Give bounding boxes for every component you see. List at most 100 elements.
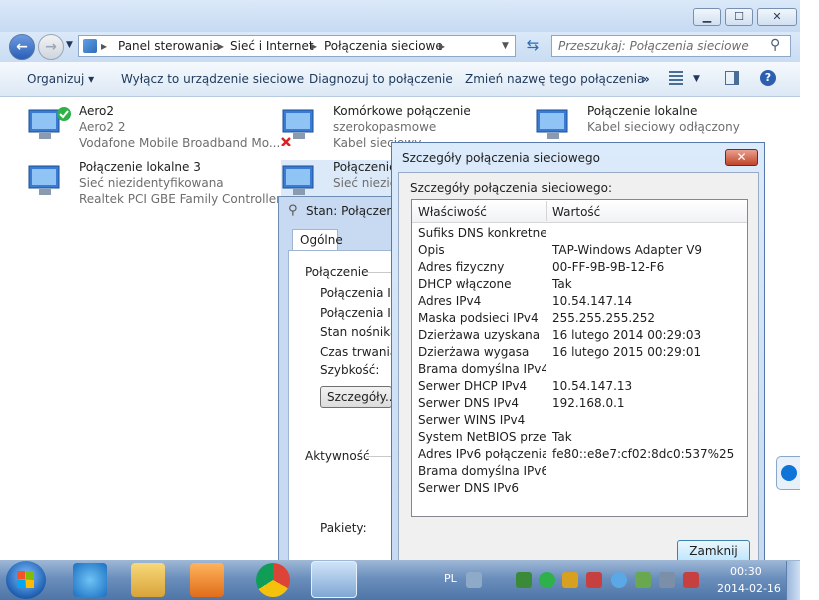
connection-network: Sieć niezide bbox=[333, 176, 396, 190]
details-row[interactable]: Adres fizyczny 00-FF-9B-9B-12-F6 bbox=[418, 260, 738, 277]
maximize-button[interactable]: ☐ bbox=[725, 8, 753, 26]
property-value: 255.255.255.252 bbox=[552, 311, 656, 325]
details-row[interactable]: Adres IPv6 połączenia l... fe80::e8e7:cf0… bbox=[418, 447, 738, 464]
property-value: 00-FF-9B-9B-12-F6 bbox=[552, 260, 665, 274]
property-name: Adres IPv6 połączenia l... bbox=[418, 447, 546, 461]
keyboard-icon[interactable] bbox=[466, 572, 482, 588]
details-row[interactable]: Serwer DHCP IPv4 10.54.147.13 bbox=[418, 379, 738, 396]
search-placeholder: Przeszukaj: Połączenia sieciowe bbox=[558, 39, 749, 53]
network-tray-icon[interactable] bbox=[516, 572, 532, 588]
windows-logo-part bbox=[17, 580, 25, 588]
details-row[interactable]: Sufiks DNS konkretneg... bbox=[418, 226, 738, 243]
refresh-icon[interactable]: ⇆ bbox=[521, 36, 545, 56]
details-row[interactable]: Adres IPv4 10.54.147.14 bbox=[418, 294, 738, 311]
property-name: Sufiks DNS konkretneg... bbox=[418, 226, 546, 240]
connection-network: Sieć niezidentyfikowana bbox=[79, 176, 224, 190]
tab-general[interactable]: Ogólne bbox=[292, 229, 343, 251]
organize-menu[interactable]: Organizuj ▾ bbox=[27, 72, 94, 86]
show-desktop-button[interactable] bbox=[786, 561, 800, 600]
windows-logo-icon bbox=[17, 571, 25, 579]
minimize-button[interactable]: ▁ bbox=[693, 8, 721, 26]
divider bbox=[366, 456, 392, 457]
details-button[interactable]: Szczegóły... bbox=[320, 386, 396, 408]
media-player-icon[interactable] bbox=[190, 563, 224, 597]
breadcrumb-control-panel[interactable]: Panel sterowania bbox=[118, 39, 220, 53]
details-row[interactable]: Brama domyślna IPv6 bbox=[418, 464, 738, 481]
details-row[interactable]: Dzierżawa uzyskana 16 lutego 2014 00:29:0… bbox=[418, 328, 738, 345]
chevron-icon: ▸ bbox=[439, 39, 446, 53]
volume-muted-icon[interactable] bbox=[683, 572, 699, 588]
packets-label: Pakiety: bbox=[320, 521, 367, 535]
teamviewer-tab[interactable] bbox=[776, 456, 800, 490]
connection-name: Połączenie bbox=[333, 160, 396, 174]
column-header-value[interactable]: Wartość bbox=[552, 205, 600, 219]
column-header-property[interactable]: Właściwość bbox=[418, 205, 487, 219]
details-label: Szczegóły połączenia sieciowego: bbox=[410, 181, 613, 195]
section-connection: Połączenie bbox=[305, 265, 369, 279]
details-row[interactable]: Serwer DNS IPv6 bbox=[418, 481, 738, 498]
clock-time[interactable]: 00:30 bbox=[730, 565, 762, 578]
breadcrumb-network-internet[interactable]: Sieć i Internet bbox=[230, 39, 314, 53]
network-icon: ⚲ bbox=[288, 203, 298, 218]
property-value: 10.54.147.14 bbox=[552, 294, 633, 308]
control-panel-taskbar-button[interactable] bbox=[311, 561, 357, 598]
details-dialog-title: Szczegóły połączenia sieciowego bbox=[402, 151, 600, 165]
tab-general-label: Ogólne bbox=[300, 233, 343, 247]
network-adapter-icon bbox=[536, 109, 568, 139]
monitor-icon[interactable] bbox=[659, 572, 675, 588]
connection-device: Realtek PCI GBE Family Controller bbox=[79, 192, 282, 206]
organize-label: Organizuj bbox=[27, 72, 85, 86]
property-name: Maska podsieci IPv4 bbox=[418, 311, 539, 325]
details-row[interactable]: Serwer DNS IPv4 192.168.0.1 bbox=[418, 396, 738, 413]
windows-logo-part bbox=[26, 580, 34, 588]
language-indicator[interactable]: PL bbox=[444, 572, 457, 585]
column-divider[interactable] bbox=[546, 201, 547, 221]
view-options-icon[interactable] bbox=[669, 71, 683, 85]
gear-icon[interactable] bbox=[562, 572, 578, 588]
recent-pages-dropdown[interactable]: ▼ bbox=[66, 40, 73, 50]
breadcrumb-network-connections[interactable]: Połączenia sieciowe bbox=[324, 39, 443, 53]
more-commands-button[interactable]: » bbox=[642, 72, 650, 86]
chrome-icon[interactable] bbox=[256, 563, 290, 597]
start-button[interactable] bbox=[6, 561, 46, 599]
details-row[interactable]: Serwer WINS IPv4 bbox=[418, 413, 738, 430]
diagnose-button[interactable]: Diagnozuj to połączenie bbox=[309, 72, 453, 86]
details-row[interactable]: DHCP włączone Tak bbox=[418, 277, 738, 294]
battery-icon[interactable] bbox=[635, 572, 651, 588]
disable-device-button[interactable]: Wyłącz to urządzenie sieciowe bbox=[121, 72, 304, 86]
close-button[interactable]: Zamknij bbox=[677, 540, 750, 562]
connection-name: Komórkowe połączenie bbox=[333, 104, 471, 118]
preview-pane-icon[interactable] bbox=[725, 71, 739, 85]
property-name: Adres fizyczny bbox=[418, 260, 505, 274]
section-activity: Aktywność bbox=[305, 449, 370, 463]
details-row[interactable]: System NetBIOS przez T... Tak bbox=[418, 430, 738, 447]
rename-button[interactable]: Zmień nazwę tego połączenia bbox=[465, 72, 644, 86]
clock-date[interactable]: 2014-02-16 bbox=[717, 582, 781, 595]
details-row[interactable]: Brama domyślna IPv4 bbox=[418, 362, 738, 379]
details-row[interactable]: Maska podsieci IPv4 255.255.255.252 bbox=[418, 311, 738, 328]
flag-icon[interactable] bbox=[586, 572, 602, 588]
back-button[interactable]: ← bbox=[9, 34, 35, 60]
address-field[interactable]: ▸ Panel sterowania ▸ Sieć i Internet ▸ P… bbox=[78, 35, 516, 57]
teamviewer-tray-icon[interactable] bbox=[611, 572, 627, 588]
search-input[interactable]: Przeszukaj: Połączenia sieciowe ⚲ bbox=[551, 35, 791, 57]
check-icon[interactable] bbox=[539, 572, 555, 588]
view-dropdown-icon[interactable]: ▼ bbox=[693, 74, 700, 84]
property-name: Dzierżawa wygasa bbox=[418, 345, 530, 359]
details-row[interactable]: Dzierżawa wygasa 16 lutego 2015 00:29:01 bbox=[418, 345, 738, 362]
address-dropdown-icon[interactable]: ▼ bbox=[502, 41, 509, 51]
connection-local-3[interactable]: Połączenie lokalne 3 Sieć niezidentyfiko… bbox=[27, 160, 281, 206]
connection-network: Aero2 2 bbox=[79, 120, 126, 134]
forward-button[interactable]: → bbox=[38, 34, 64, 60]
property-name: Serwer DHCP IPv4 bbox=[418, 379, 528, 393]
details-row[interactable]: Opis TAP-Windows Adapter V9 bbox=[418, 243, 738, 260]
search-icon[interactable]: ⚲ bbox=[770, 37, 780, 53]
file-explorer-icon[interactable] bbox=[131, 563, 165, 597]
connection-network: Kabel sieciowy odłączony bbox=[587, 120, 740, 134]
property-value: fe80::e8e7:cf02:8dc0:537%25 bbox=[552, 447, 735, 461]
connection-aero2[interactable]: Aero2 Aero2 2 Vodafone Mobile Broadband … bbox=[27, 104, 280, 150]
dialog-close-button[interactable]: ✕ bbox=[725, 149, 758, 166]
internet-explorer-icon[interactable] bbox=[73, 563, 107, 597]
help-icon[interactable]: ? bbox=[760, 70, 776, 86]
window-close-button[interactable]: ✕ bbox=[757, 8, 797, 26]
